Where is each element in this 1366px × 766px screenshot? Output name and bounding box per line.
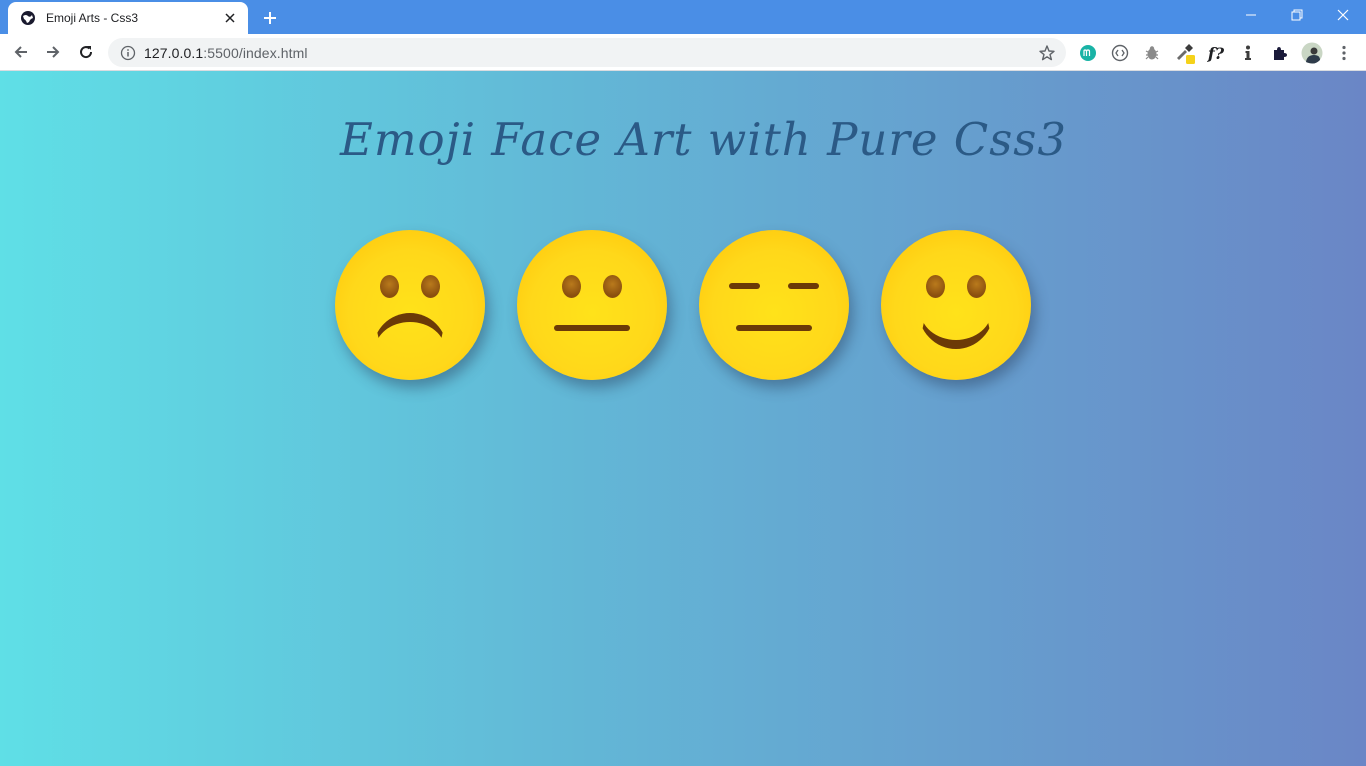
font-question-icon[interactable]: f? xyxy=(1204,41,1228,65)
sad-face-emoji xyxy=(335,230,485,380)
m-extension-icon[interactable] xyxy=(1076,41,1100,65)
restore-button[interactable] xyxy=(1274,0,1320,30)
profile-avatar[interactable] xyxy=(1300,41,1324,65)
info-person-icon[interactable] xyxy=(1236,41,1260,65)
right-eye-line xyxy=(788,283,819,289)
minimize-button[interactable] xyxy=(1228,0,1274,30)
page-title: Emoji Face Art with Pure Css3 xyxy=(340,113,1068,166)
address-bar[interactable]: 127.0.0.1:5500/index.html xyxy=(108,38,1066,67)
browser-menu-icon[interactable] xyxy=(1332,41,1356,65)
page-content: Emoji Face Art with Pure Css3 xyxy=(0,71,1366,766)
smiling-face-emoji xyxy=(881,230,1031,380)
forward-button[interactable] xyxy=(39,38,67,66)
close-tab-icon[interactable] xyxy=(222,10,238,26)
expressionless-face-emoji xyxy=(699,230,849,380)
url-host: 127.0.0.1 xyxy=(144,44,204,61)
right-eye xyxy=(421,275,440,298)
left-eye-line xyxy=(729,283,760,289)
browser-toolbar: 127.0.0.1:5500/index.html f? xyxy=(0,34,1366,71)
tab-strip: Emoji Arts - Css3 xyxy=(0,0,1366,34)
straight-mouth xyxy=(736,325,812,331)
frown-mouth xyxy=(373,313,447,387)
left-eye xyxy=(562,275,581,298)
url-path: :5500/index.html xyxy=(203,44,308,61)
smile-mouth xyxy=(918,270,994,349)
bookmark-star-icon[interactable] xyxy=(1038,44,1056,62)
eyedropper-icon[interactable] xyxy=(1172,41,1196,65)
url-text: 127.0.0.1:5500/index.html xyxy=(144,45,1038,61)
left-eye xyxy=(380,275,399,298)
globe-icon xyxy=(20,10,36,26)
new-tab-button[interactable] xyxy=(258,6,282,30)
site-info-icon[interactable] xyxy=(120,45,136,61)
reload-button[interactable] xyxy=(72,38,100,66)
code-icon[interactable] xyxy=(1108,41,1132,65)
right-eye xyxy=(603,275,622,298)
browser-tab[interactable]: Emoji Arts - Css3 xyxy=(8,2,248,34)
puzzle-icon[interactable] xyxy=(1268,41,1292,65)
close-window-button[interactable] xyxy=(1320,0,1366,30)
bug-icon[interactable] xyxy=(1140,41,1164,65)
neutral-face-emoji xyxy=(517,230,667,380)
back-button[interactable] xyxy=(7,38,35,66)
tab-title: Emoji Arts - Css3 xyxy=(46,11,139,25)
straight-mouth xyxy=(554,325,630,331)
